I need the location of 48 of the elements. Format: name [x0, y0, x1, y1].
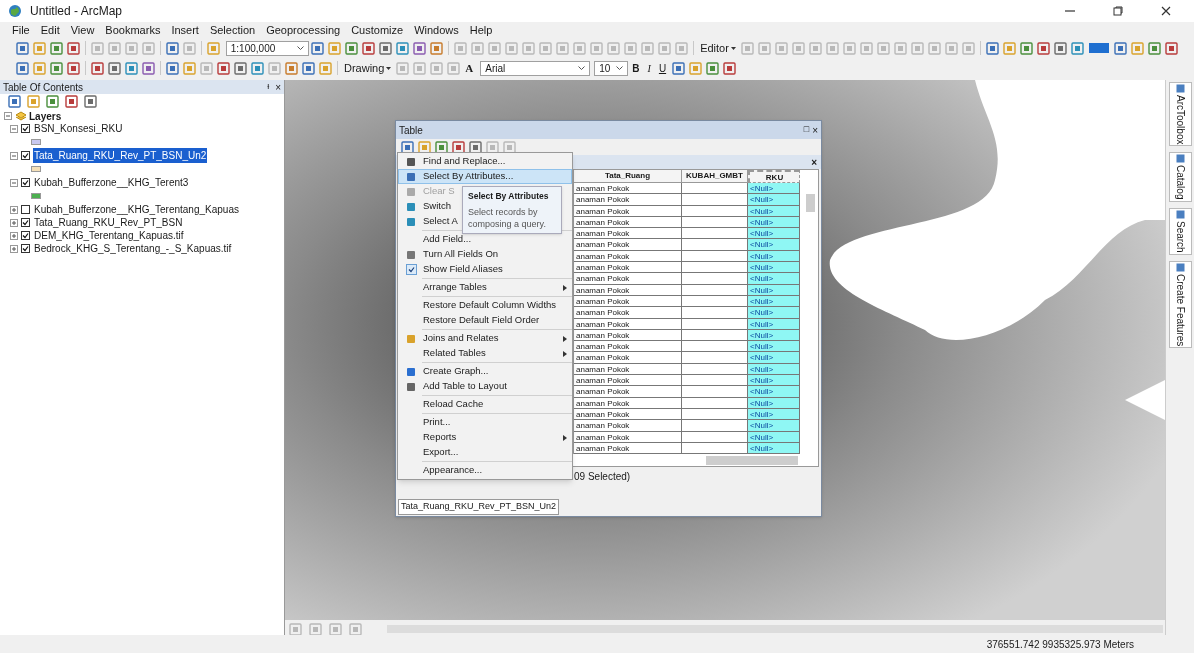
table-cell: anaman Pokok: [574, 183, 682, 195]
table-cell: anaman Pokok: [574, 307, 682, 319]
table-cell: anaman Pokok: [574, 273, 682, 285]
window-title: Table: [399, 123, 424, 138]
table-cell: anaman Pokok: [574, 408, 682, 421]
tooltip-title: Select By Attributes: [468, 190, 550, 203]
table-cell: anaman Pokok: [574, 262, 682, 274]
selection-status: 09 Selected): [574, 469, 631, 484]
panel-title: Table Of Contents: [3, 80, 85, 95]
table-cell: <Null>: [748, 307, 800, 319]
table-cell: anaman Pokok: [574, 318, 682, 330]
table-cell: <Null>: [748, 205, 800, 217]
tooltip-text: Select records by composing a query.: [468, 205, 547, 230]
table-cell: <Null>: [748, 284, 800, 296]
table-cell: anaman Pokok: [574, 363, 682, 376]
table-cell: <Null>: [748, 228, 800, 240]
table-cell: anaman Pokok: [574, 386, 682, 398]
table-cell: anaman Pokok: [574, 442, 682, 455]
table-cell: anaman Pokok: [574, 228, 682, 240]
table-cell: anaman Pokok: [574, 239, 682, 251]
table-cell: anaman Pokok: [574, 205, 682, 217]
table-cell: anaman Pokok: [574, 216, 682, 229]
table-cell: <Null>: [748, 375, 800, 387]
table-cell: anaman Pokok: [574, 250, 682, 263]
table-cell: <Null>: [748, 239, 800, 251]
coordinates-readout: 376551.742 9935325.973 Meters: [986, 637, 1134, 652]
table-cell: anaman Pokok: [574, 375, 682, 387]
table-cell: <Null>: [748, 386, 800, 398]
table-cell: anaman Pokok: [574, 420, 682, 432]
table-cell: <Null>: [748, 420, 800, 432]
table-cell: anaman Pokok: [574, 329, 682, 342]
table-cell: <Null>: [748, 318, 800, 330]
table-cell: <Null>: [748, 273, 800, 285]
table-cell: anaman Pokok: [574, 352, 682, 364]
table-cell: <Null>: [748, 397, 800, 409]
table-cell: <Null>: [748, 341, 800, 353]
table-cell: <Null>: [748, 183, 800, 195]
table-cell: anaman Pokok: [574, 341, 682, 353]
table-cell: anaman Pokok: [574, 431, 682, 443]
table-cell: anaman Pokok: [574, 284, 682, 296]
table-cell: anaman Pokok: [574, 194, 682, 206]
window-title: Untitled - ArcMap: [30, 3, 123, 20]
table-cell: <Null>: [748, 352, 800, 364]
table-cell: <Null>: [748, 262, 800, 274]
table-cell: <Null>: [748, 194, 800, 206]
table-cell: <Null>: [748, 431, 800, 443]
table-cell: anaman Pokok: [574, 397, 682, 409]
table-cell: anaman Pokok: [574, 295, 682, 308]
